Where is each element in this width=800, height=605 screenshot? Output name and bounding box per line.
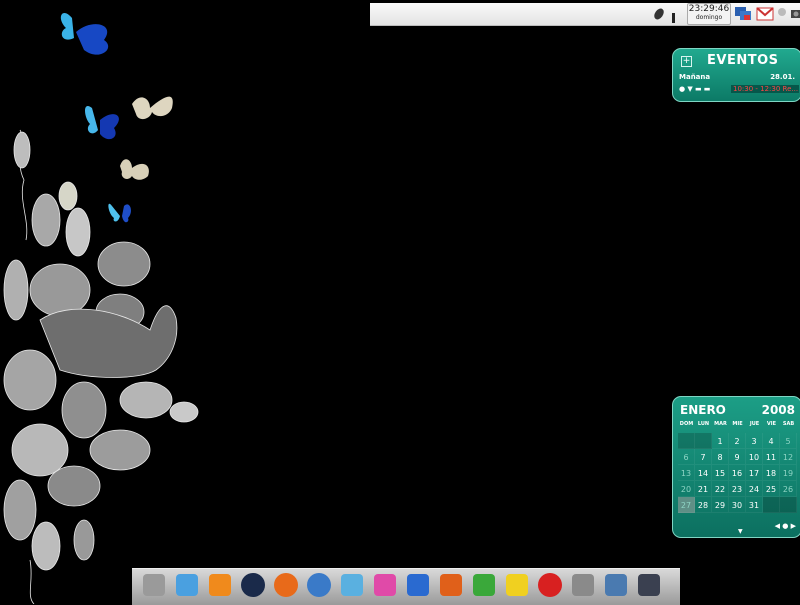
butterfly-cream-1 — [132, 96, 173, 120]
calendar-day[interactable]: 15 — [712, 465, 729, 481]
calendar-week-row: 6 7 8 9 10 11 12 — [678, 449, 797, 465]
file-cabinet-icon[interactable] — [140, 571, 168, 599]
calendar-day[interactable]: 2 — [729, 433, 746, 449]
calendar-day[interactable]: 7 — [695, 449, 712, 465]
calendar-month: ENERO — [680, 403, 726, 417]
calendar-day[interactable]: 27 — [678, 497, 695, 513]
calendar-day[interactable]: 11 — [763, 449, 780, 465]
trash-icon[interactable] — [569, 571, 597, 599]
weekday-label: DOM — [679, 421, 694, 427]
calendar-weekday-header: DOM LUN MAR MIE JUE VIE SAB — [678, 421, 797, 427]
butterfly-cream-2 — [120, 159, 149, 180]
clock-day: domingo — [695, 14, 723, 21]
calendar-day[interactable]: 9 — [729, 449, 746, 465]
calendar-day[interactable]: 25 — [763, 481, 780, 497]
weekday-label: MIE — [732, 421, 743, 427]
calendar-empty-cell — [780, 497, 797, 513]
calendar-day[interactable]: 30 — [729, 497, 746, 513]
excel-icon[interactable] — [470, 571, 498, 599]
botanical-illustration — [3, 129, 199, 604]
calendar-day[interactable]: 28 — [695, 497, 712, 513]
itunes-icon[interactable] — [173, 571, 201, 599]
calendar-day[interactable]: 23 — [729, 481, 746, 497]
weekday-label: JUE — [749, 421, 760, 427]
clock-time: 23:29:46 — [688, 4, 730, 14]
square-icon[interactable] — [635, 571, 663, 599]
calendar-day[interactable]: 26 — [780, 481, 797, 497]
calendar-day[interactable]: 14 — [695, 465, 712, 481]
screen-icon[interactable] — [602, 571, 630, 599]
word-icon[interactable] — [404, 571, 432, 599]
add-event-icon[interactable]: + — [681, 56, 692, 67]
clock-app-icon[interactable] — [239, 571, 267, 599]
vlc-icon[interactable] — [206, 571, 234, 599]
wallpaper-artwork — [3, 12, 199, 604]
calendar-day[interactable]: 31 — [746, 497, 763, 513]
events-day-label: Mañana — [679, 73, 711, 81]
calendar-year: 2008 — [761, 403, 795, 417]
gmail-icon[interactable] — [756, 6, 774, 22]
top-panel — [370, 3, 800, 26]
calendar-day[interactable]: 29 — [712, 497, 729, 513]
calendar-day[interactable]: 19 — [780, 465, 797, 481]
butterfly-blue-large — [60, 12, 109, 55]
butterfly-blue-small — [108, 203, 131, 223]
weekday-label: LUN — [697, 421, 710, 427]
status-dot-icon[interactable] — [778, 8, 786, 16]
flame-app-icon[interactable] — [536, 571, 564, 599]
calendar-day[interactable]: 1 — [712, 433, 729, 449]
calendar-expand-icon[interactable]: ▼ — [738, 528, 743, 535]
calendar-week-row: 12345 — [678, 433, 797, 449]
events-date: 28.01. — [770, 73, 795, 81]
calendar-day[interactable]: 22 — [712, 481, 729, 497]
calendar-day[interactable]: 16 — [729, 465, 746, 481]
calendar-empty-cell — [695, 433, 712, 449]
event-entry[interactable]: 10:30 - 12:30 Re... — [731, 85, 799, 93]
calendar-day[interactable]: 6 — [678, 449, 695, 465]
calendar-widget: ENERO 2008 DOM LUN MAR MIE JUE VIE SAB 1234567… — [672, 396, 800, 538]
paint-icon[interactable] — [338, 571, 366, 599]
calendar-day[interactable]: 8 — [712, 449, 729, 465]
calendar-empty-cell — [678, 433, 695, 449]
calendar-week-row: 20 21 22 23 24 25 26 — [678, 481, 797, 497]
events-title: EVENTOS — [707, 53, 779, 68]
calendar-grid: 1 2 3 4 5 6 7 8 9 10 11 12 13 14 15 16 17 18 19 20 21 22 23 24 2… — [678, 433, 797, 513]
butterfly-blue-medium — [85, 105, 119, 140]
calendar-day[interactable]: 18 — [763, 465, 780, 481]
calendar-day[interactable]: 5 — [780, 433, 797, 449]
calendar-day[interactable]: 3 — [746, 433, 763, 449]
volume-indicator-icon[interactable] — [672, 13, 675, 23]
firefox-icon[interactable] — [272, 571, 300, 599]
clock[interactable]: 23:29:46 domingo — [687, 3, 731, 25]
calendar-day[interactable]: 4 — [763, 433, 780, 449]
banana-icon[interactable] — [503, 571, 531, 599]
event-type-icons: ● ▼ ▬ ▬ — [679, 85, 711, 93]
calendar-empty-cell — [763, 497, 780, 513]
dock — [132, 568, 680, 605]
calendar-day[interactable]: 20 — [678, 481, 695, 497]
camera-icon[interactable] — [790, 6, 800, 20]
calendar-week-row: 27 28 29 30 31 — [678, 497, 797, 513]
calendar-day[interactable]: 12 — [780, 449, 797, 465]
calendar-week-row: 13 14 15 16 17 18 19 — [678, 465, 797, 481]
thunderbird-icon[interactable] — [305, 571, 333, 599]
calendar-day[interactable]: 24 — [746, 481, 763, 497]
calendar-day[interactable]: 17 — [746, 465, 763, 481]
calendar-day[interactable]: 13 — [678, 465, 695, 481]
calendar-day[interactable]: 10 — [746, 449, 763, 465]
weekday-label: MAR — [714, 421, 727, 427]
feather-icon[interactable] — [652, 6, 666, 20]
flower-app-icon[interactable] — [371, 571, 399, 599]
calendar-nav-icons[interactable]: ◀ ● ▶ — [775, 522, 796, 530]
network-monitor-icon[interactable] — [734, 6, 752, 22]
powerpoint-icon[interactable] — [437, 571, 465, 599]
events-widget[interactable]: + EVENTOS Mañana 28.01. ● ▼ ▬ ▬ 10:30 - … — [672, 48, 800, 102]
weekday-label: VIE — [766, 421, 777, 427]
weekday-label: SAB — [782, 421, 795, 427]
calendar-day[interactable]: 21 — [695, 481, 712, 497]
